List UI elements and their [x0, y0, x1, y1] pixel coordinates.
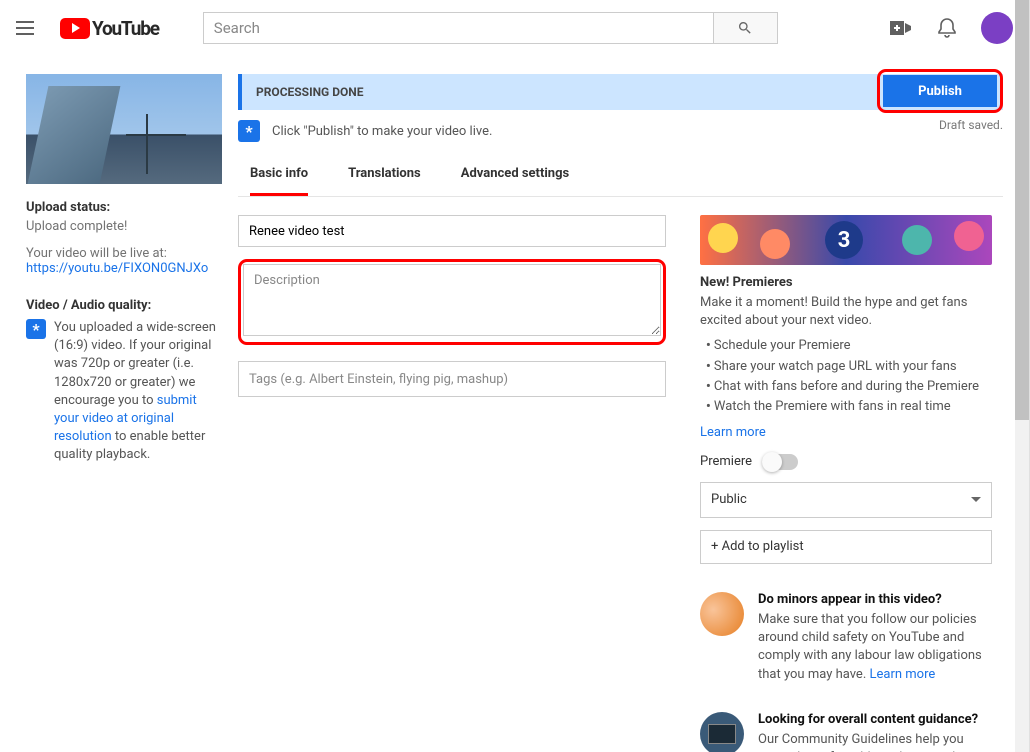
tip-asterisk-icon: *: [238, 120, 260, 142]
visibility-value: Public: [711, 492, 747, 507]
chevron-down-icon: [971, 497, 981, 502]
hamburger-menu-icon[interactable]: [16, 16, 40, 40]
user-avatar[interactable]: [981, 12, 1013, 44]
search-form: [203, 12, 778, 44]
info-asterisk-icon: *: [26, 319, 46, 339]
publish-button[interactable]: Publish: [883, 75, 997, 107]
video-quality-heading: Video / Audio quality:: [26, 298, 222, 313]
description-highlight: [238, 259, 666, 345]
app-header: YouTube: [0, 0, 1029, 56]
upload-status-heading: Upload status:: [26, 200, 222, 215]
premiere-toggle[interactable]: [762, 454, 798, 470]
youtube-wordmark: YouTube: [92, 17, 159, 40]
add-to-playlist-button[interactable]: + Add to playlist: [700, 530, 992, 564]
video-quality-text: You uploaded a wide-screen (16:9) video.…: [54, 319, 222, 465]
guidelines-heading: Looking for overall content guidance?: [758, 712, 992, 727]
video-url-link[interactable]: https://youtu.be/FIXON0GNJXo: [26, 261, 208, 276]
premieres-learn-more-link[interactable]: Learn more: [700, 425, 766, 440]
search-button[interactable]: [714, 12, 778, 44]
upload-status-text: Upload complete!: [26, 219, 222, 234]
publish-tip-text: Click "Publish" to make your video live.: [272, 124, 492, 139]
publish-highlight: Publish: [877, 69, 1003, 113]
premieres-bullets: Schedule your Premiere Share your watch …: [700, 336, 992, 417]
create-video-icon[interactable]: [889, 16, 913, 40]
processing-status-text: PROCESSING DONE: [256, 85, 364, 99]
countdown-icon: 3: [825, 221, 863, 259]
minors-icon: [700, 592, 744, 636]
youtube-play-icon: [60, 18, 90, 39]
scrollbar-thumb[interactable]: [1015, 0, 1029, 420]
draft-saved-text: Draft saved.: [939, 118, 1003, 132]
search-icon: [737, 20, 753, 36]
tabs-bar: Basic info Translations Advanced setting…: [238, 154, 1003, 197]
search-input[interactable]: [203, 12, 714, 44]
video-tags-input[interactable]: [238, 361, 666, 397]
premiere-toggle-label: Premiere: [700, 454, 752, 469]
tab-translations[interactable]: Translations: [348, 154, 421, 196]
video-thumbnail[interactable]: [26, 74, 222, 184]
minors-text: Make sure that you follow our policies a…: [758, 611, 992, 684]
live-at-label: Your video will be live at:: [26, 246, 222, 261]
minors-learn-more-link[interactable]: Learn more: [869, 667, 935, 682]
video-title-input[interactable]: [238, 215, 666, 247]
premieres-heading: New! Premieres: [700, 275, 992, 290]
minors-heading: Do minors appear in this video?: [758, 592, 992, 607]
guidelines-icon: [700, 712, 744, 752]
vertical-scrollbar[interactable]: [1015, 0, 1029, 752]
visibility-select[interactable]: Public: [700, 482, 992, 518]
processing-status-bar: PROCESSING DONE Publish: [238, 74, 1003, 110]
guidelines-text: Our Community Guidelines help you steer …: [758, 731, 992, 752]
notifications-icon[interactable]: [935, 16, 959, 40]
youtube-logo[interactable]: YouTube: [60, 17, 159, 40]
tab-advanced-settings[interactable]: Advanced settings: [461, 154, 569, 196]
premieres-banner: 3: [700, 215, 992, 265]
tab-basic-info[interactable]: Basic info: [250, 154, 308, 196]
video-description-input[interactable]: [243, 264, 661, 336]
premieres-text: Make it a moment! Build the hype and get…: [700, 294, 992, 330]
upload-sidebar: Upload status: Upload complete! Your vid…: [26, 74, 222, 752]
